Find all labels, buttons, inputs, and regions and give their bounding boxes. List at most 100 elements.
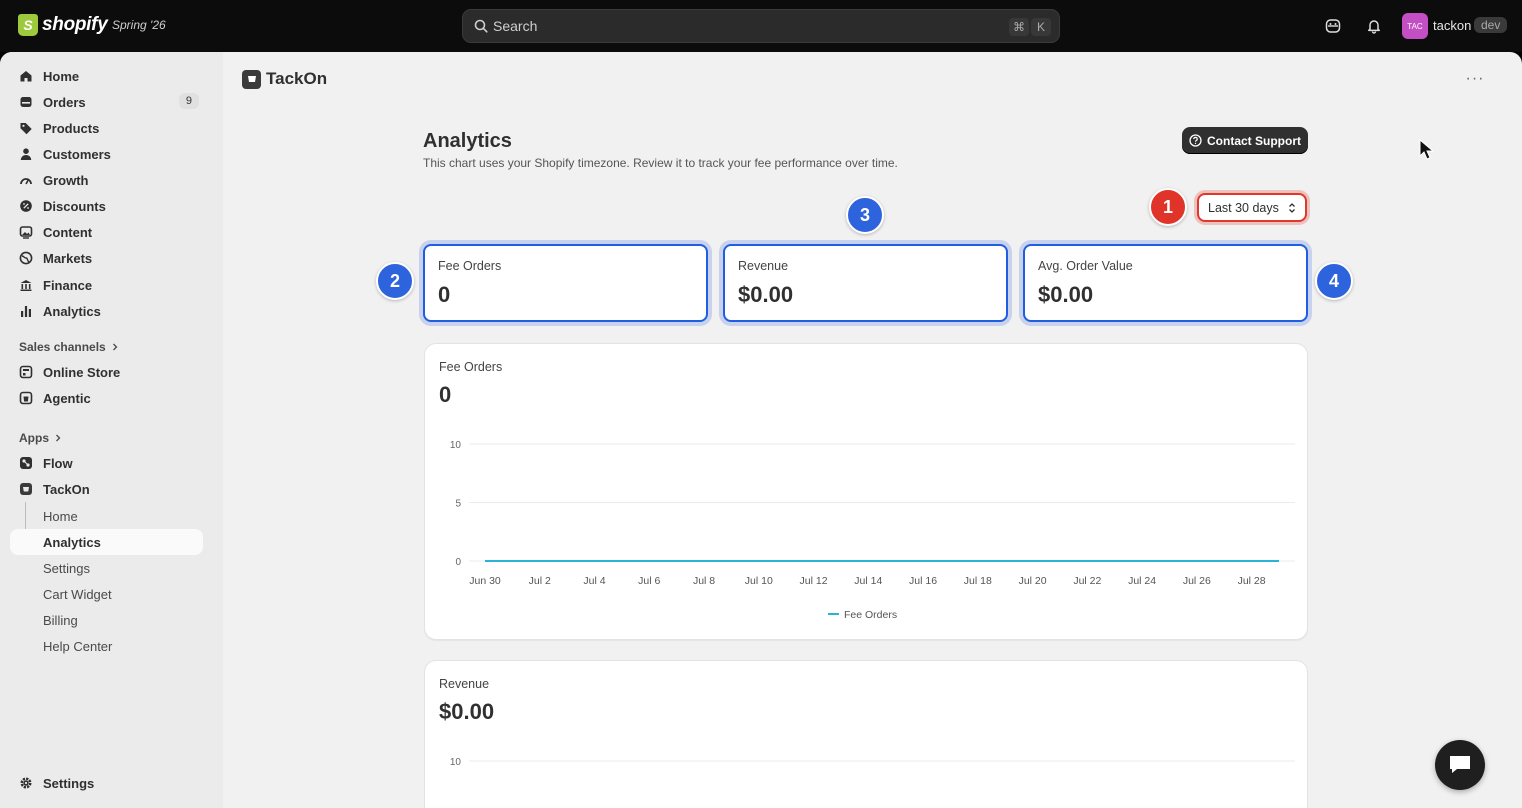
admin-frame: Home Orders 9 Products Customers Growth … xyxy=(0,52,1522,808)
shortcut-k-key: K xyxy=(1031,18,1051,36)
sidekick-icon[interactable] xyxy=(1323,16,1343,36)
sidebar-item-label: Growth xyxy=(43,172,89,188)
annotation-marker-4: 4 xyxy=(1315,262,1353,300)
sidebar-item-label: Finance xyxy=(43,277,93,293)
stat-label: Avg. Order Value xyxy=(1038,259,1133,273)
x-tick-label: Jul 20 xyxy=(1019,575,1047,587)
stat-label: Revenue xyxy=(738,259,789,273)
home-icon xyxy=(18,68,34,84)
sidebar-item-label: Settings xyxy=(43,560,90,576)
date-range-select[interactable]: Last 30 days xyxy=(1197,193,1307,222)
store-badge: dev xyxy=(1474,17,1508,33)
select-chevron-icon xyxy=(1289,203,1295,213)
sidebar-subitem-cart-widget[interactable]: Cart Widget xyxy=(10,581,203,607)
stat-card-revenue: Revenue $0.00 xyxy=(723,244,1008,322)
sidebar-item-flow[interactable]: Flow xyxy=(10,450,203,476)
x-tick-label: Jul 6 xyxy=(638,575,660,587)
sidebar-item-orders[interactable]: Orders 9 xyxy=(10,89,203,115)
sidebar-item-label: Customers xyxy=(43,146,111,162)
store-avatar[interactable]: TAC xyxy=(1402,13,1428,39)
shopify-logo[interactable]: S shopify xyxy=(18,14,108,36)
contact-support-button[interactable]: Contact Support xyxy=(1182,127,1308,154)
chevron-right-icon xyxy=(112,343,118,351)
chat-button[interactable] xyxy=(1435,740,1485,790)
sidebar-item-tackon[interactable]: TackOn xyxy=(10,476,203,502)
bar-chart-icon xyxy=(18,303,34,319)
sidebar-item-finance[interactable]: Finance xyxy=(10,272,203,298)
sidebar-item-label: Markets xyxy=(43,250,93,266)
sidebar-subitem-settings[interactable]: Settings xyxy=(10,555,203,581)
sidebar-item-growth[interactable]: Growth xyxy=(10,167,203,193)
sidebar-item-agentic[interactable]: Agentic xyxy=(10,385,203,411)
shortcut-command-key: ⌘ xyxy=(1009,18,1029,36)
sidebar-item-discounts[interactable]: Discounts xyxy=(10,193,203,219)
search-bar[interactable]: ⌘ K xyxy=(462,9,1060,43)
sidebar-item-online-store[interactable]: Online Store xyxy=(10,359,203,385)
store-name[interactable]: tackon xyxy=(1433,18,1471,33)
orders-icon xyxy=(18,94,34,110)
sales-channels-label: Sales channels xyxy=(19,340,106,354)
orders-count-badge: 9 xyxy=(178,93,199,109)
sidebar-item-label: Analytics xyxy=(43,534,101,550)
y-tick-label: 10 xyxy=(450,757,462,768)
stat-card-avg-order-value: Avg. Order Value $0.00 xyxy=(1023,244,1308,322)
sidebar-item-label: Home xyxy=(43,508,78,524)
app-name: TackOn xyxy=(266,69,328,88)
annotation-marker-3: 3 xyxy=(846,196,884,234)
chart-card-revenue: Revenue $0.00 10 xyxy=(424,660,1308,808)
x-tick-label: Jul 18 xyxy=(964,575,992,587)
sidebar-item-products[interactable]: Products xyxy=(10,115,203,141)
sidebar-item-label: Discounts xyxy=(43,198,106,214)
sidebar-item-label: Cart Widget xyxy=(43,586,112,602)
sidebar-subitem-analytics[interactable]: Analytics xyxy=(10,529,203,555)
stat-card-fee-orders: Fee Orders 0 xyxy=(423,244,708,322)
sales-channels-heading[interactable]: Sales channels xyxy=(19,340,120,354)
x-tick-label: Jul 4 xyxy=(583,575,605,587)
x-tick-label: Jul 24 xyxy=(1128,575,1156,587)
sidebar-item-label: Home xyxy=(43,68,80,84)
stat-label: Fee Orders xyxy=(438,259,502,273)
x-tick-label: Jun 30 xyxy=(469,575,501,587)
sidebar-item-label: Flow xyxy=(43,455,73,471)
globe-icon xyxy=(18,250,34,266)
sidebar-item-content[interactable]: Content xyxy=(10,219,203,245)
sidebar-item-label: Analytics xyxy=(43,303,101,319)
x-tick-label: Jul 10 xyxy=(745,575,773,587)
gauge-icon xyxy=(18,172,34,188)
sidebar-item-customers[interactable]: Customers xyxy=(10,141,203,167)
legend-label: Fee Orders xyxy=(844,609,897,621)
sidebar-item-label: Help Center xyxy=(43,638,113,654)
sidebar-item-label: Billing xyxy=(43,612,78,628)
bell-icon[interactable] xyxy=(1364,16,1384,36)
discount-icon xyxy=(18,198,34,214)
page-subtitle: This chart uses your Shopify timezone. R… xyxy=(423,156,898,170)
annotation-marker-1: 1 xyxy=(1149,188,1187,226)
y-tick-label: 0 xyxy=(455,557,461,568)
sidebar-subitem-home[interactable]: Home xyxy=(10,503,203,529)
tackon-app-icon xyxy=(18,481,34,497)
image-icon xyxy=(18,224,34,240)
gear-icon xyxy=(18,775,34,791)
sidebar-subitem-help-center[interactable]: Help Center xyxy=(10,633,203,659)
y-tick-label: 5 xyxy=(455,499,461,510)
annotation-marker-2: 2 xyxy=(376,262,414,300)
chart-card-fee-orders: Fee Orders 0 0 5 10 Jun 30 Jul 2 Jul 4 Jul 6 Ju… xyxy=(424,343,1308,640)
sidebar: Home Orders 9 Products Customers Growth … xyxy=(0,52,223,808)
chevron-right-icon xyxy=(56,434,61,442)
sidebar-item-analytics[interactable]: Analytics xyxy=(10,298,203,324)
person-icon xyxy=(18,146,34,162)
more-actions-icon[interactable]: ··· xyxy=(1462,70,1488,90)
apps-heading[interactable]: Apps xyxy=(19,431,63,445)
x-tick-label: Jul 8 xyxy=(693,575,715,587)
sidebar-item-markets[interactable]: Markets xyxy=(10,245,203,271)
app-header: TackOn xyxy=(242,69,327,89)
sidebar-item-label: TackOn xyxy=(43,481,90,497)
contact-support-label: Contact Support xyxy=(1207,133,1301,148)
sidebar-subitem-billing[interactable]: Billing xyxy=(10,607,203,633)
search-input[interactable] xyxy=(493,10,973,42)
x-tick-label: Jul 28 xyxy=(1238,575,1266,587)
sidebar-item-home[interactable]: Home xyxy=(10,63,203,89)
sidebar-item-label: Online Store xyxy=(43,364,121,380)
x-tick-label: Jul 26 xyxy=(1183,575,1211,587)
sidebar-item-settings[interactable]: Settings xyxy=(10,770,203,796)
